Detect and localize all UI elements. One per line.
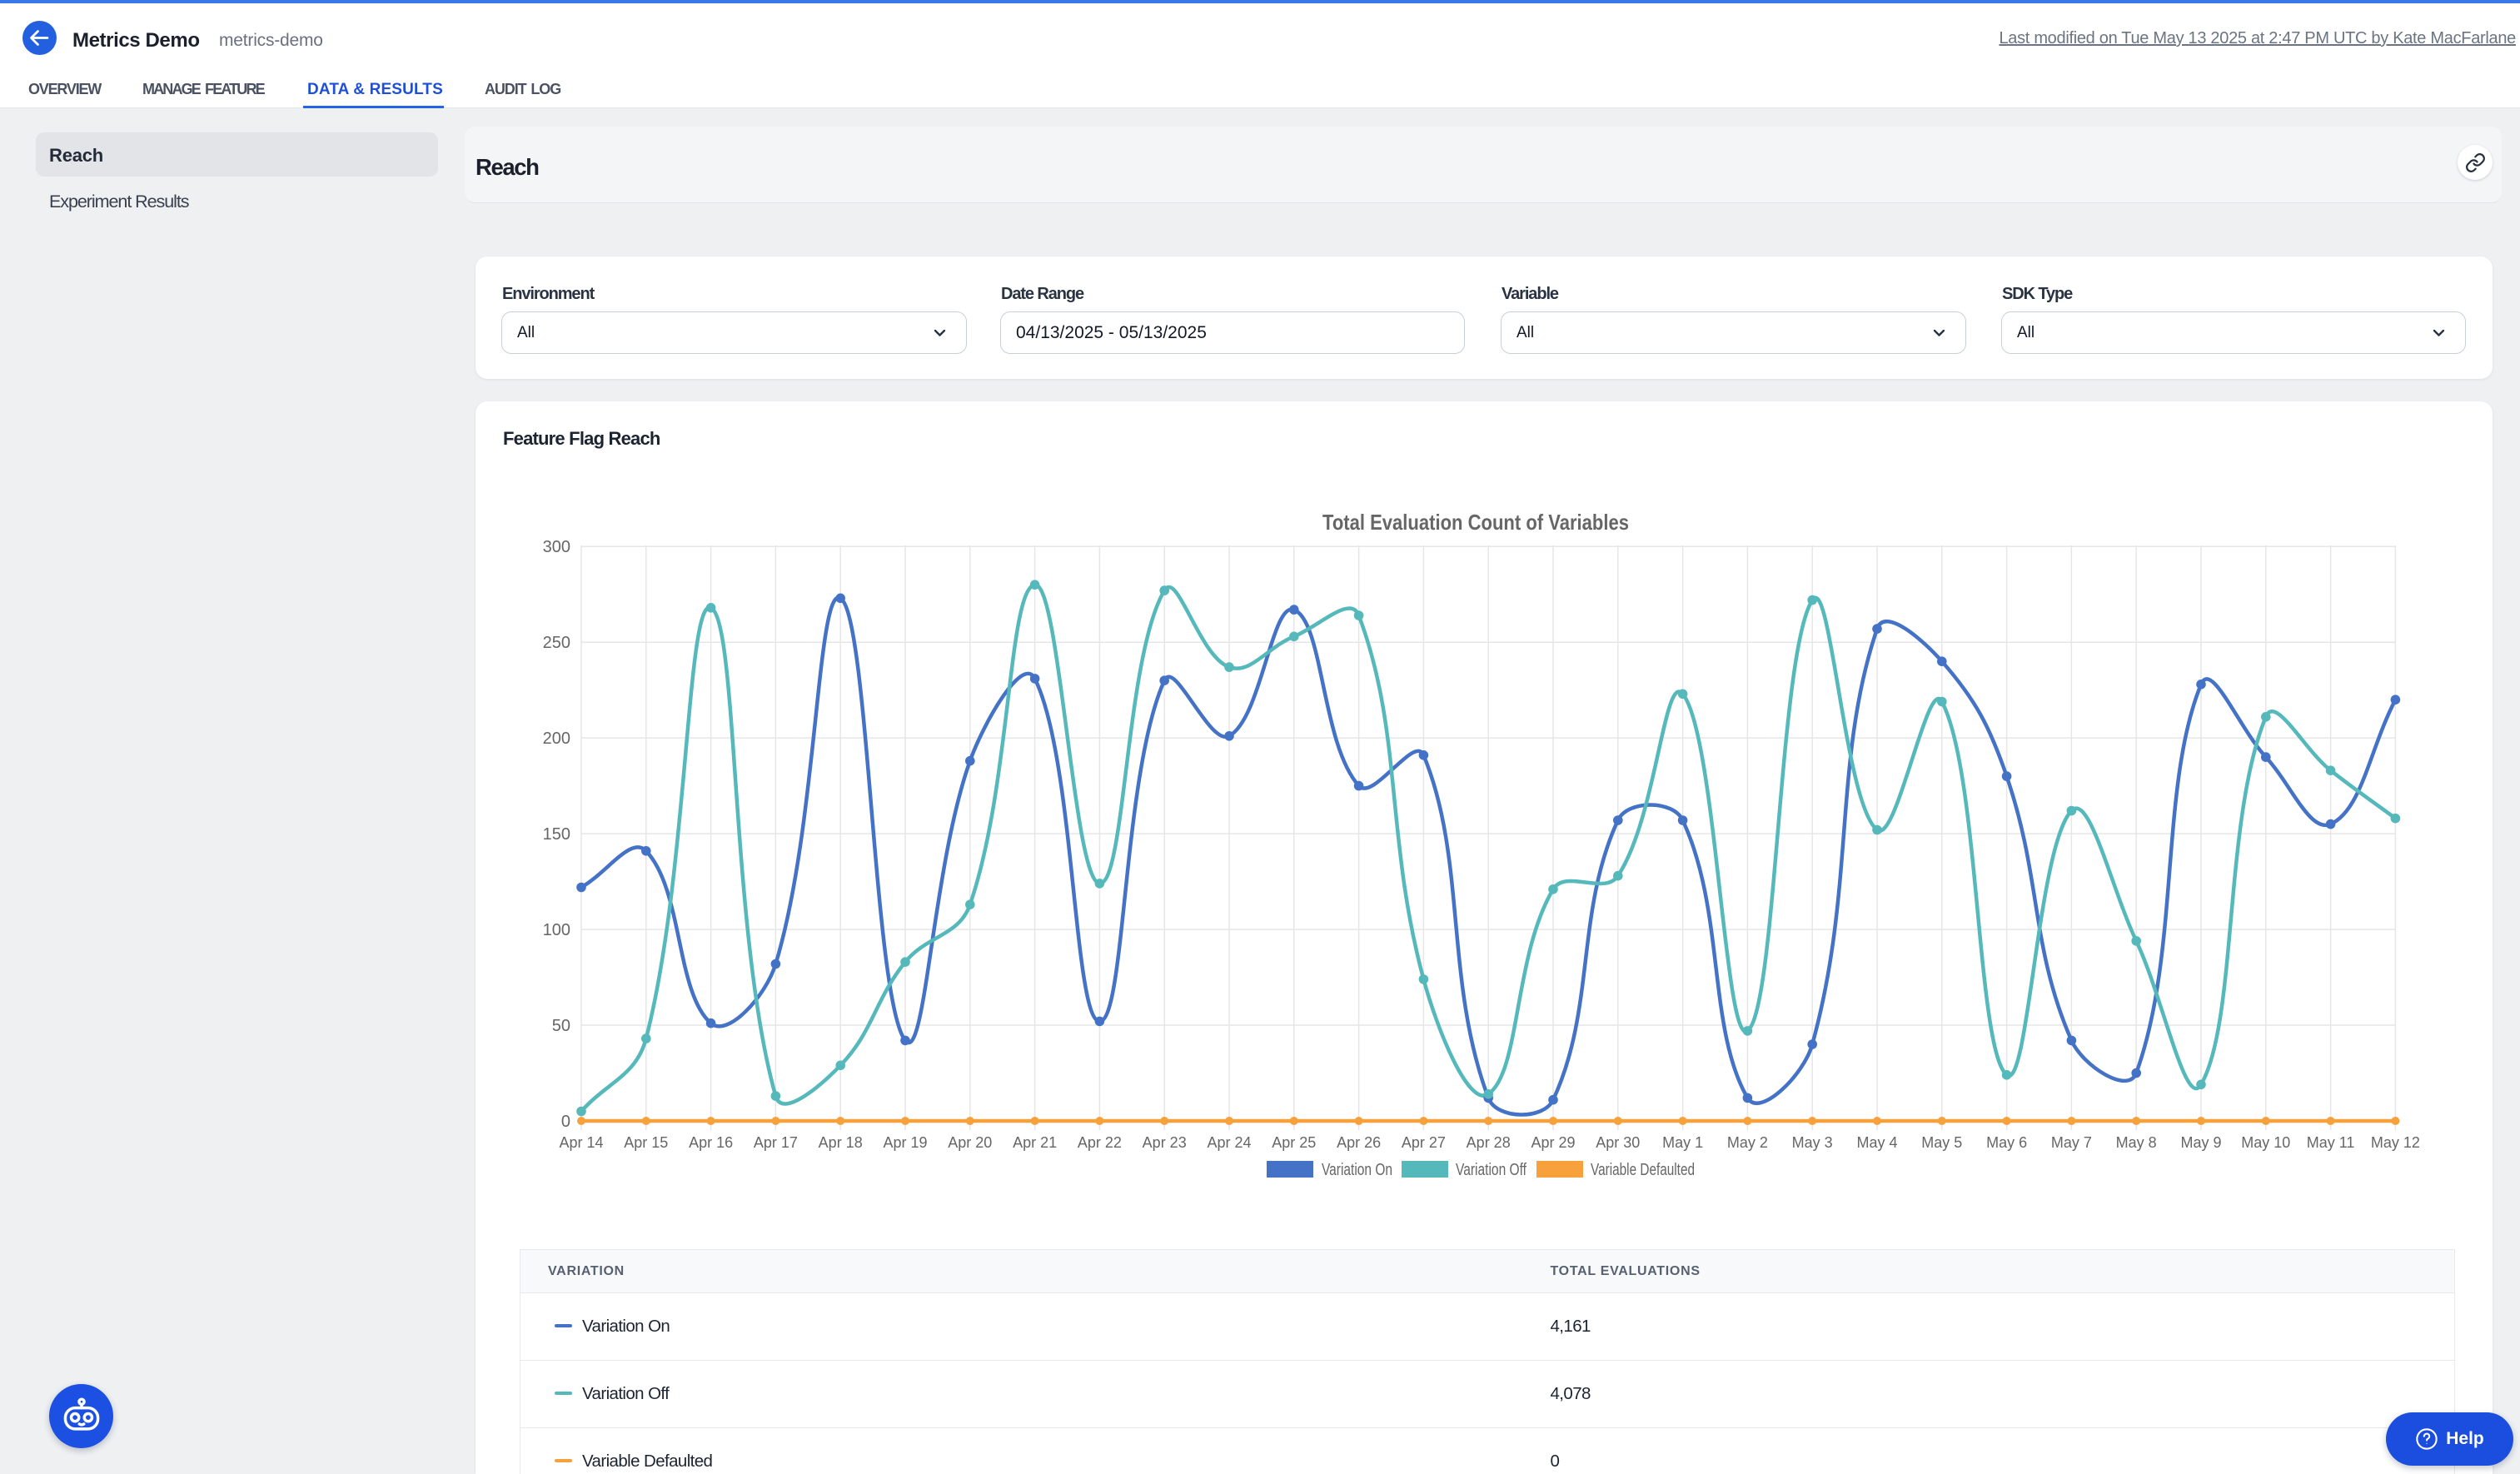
svg-text:Apr 19: Apr 19 <box>883 1134 927 1151</box>
svg-text:Apr 15: Apr 15 <box>624 1134 668 1151</box>
svg-text:Variable Defaulted: Variable Defaulted <box>1591 1161 1695 1179</box>
svg-text:Variation On: Variation On <box>1322 1161 1392 1179</box>
svg-text:Total Evaluation Count of Vari: Total Evaluation Count of Variables <box>1322 510 1629 535</box>
svg-text:250: 250 <box>543 634 570 652</box>
svg-text:Apr 27: Apr 27 <box>1402 1134 1446 1151</box>
svg-text:Apr 20: Apr 20 <box>948 1134 992 1151</box>
svg-text:May 6: May 6 <box>1986 1134 2027 1151</box>
svg-text:Apr 25: Apr 25 <box>1272 1134 1316 1151</box>
svg-text:Apr 28: Apr 28 <box>1467 1134 1511 1151</box>
svg-text:Apr 22: Apr 22 <box>1078 1134 1122 1151</box>
svg-text:Apr 16: Apr 16 <box>689 1134 733 1151</box>
svg-text:May 11: May 11 <box>2307 1134 2355 1151</box>
svg-text:May 12: May 12 <box>2371 1134 2420 1151</box>
svg-text:May 3: May 3 <box>1792 1134 1833 1151</box>
svg-text:May 7: May 7 <box>2051 1134 2092 1151</box>
svg-text:Apr 30: Apr 30 <box>1596 1134 1640 1151</box>
svg-text:Apr 26: Apr 26 <box>1337 1134 1381 1151</box>
svg-text:May 5: May 5 <box>1921 1134 1962 1151</box>
svg-text:Apr 18: Apr 18 <box>819 1134 863 1151</box>
svg-text:50: 50 <box>552 1017 570 1035</box>
svg-text:May 1: May 1 <box>1662 1134 1703 1151</box>
svg-text:0: 0 <box>561 1113 570 1131</box>
svg-text:200: 200 <box>543 730 570 748</box>
svg-text:Apr 24: Apr 24 <box>1207 1134 1251 1151</box>
svg-text:150: 150 <box>543 825 570 844</box>
svg-text:May 2: May 2 <box>1727 1134 1768 1151</box>
svg-text:May 8: May 8 <box>2116 1134 2157 1151</box>
svg-text:May 9: May 9 <box>2180 1134 2221 1151</box>
svg-text:Apr 17: Apr 17 <box>754 1134 798 1151</box>
svg-text:Apr 23: Apr 23 <box>1143 1134 1187 1151</box>
svg-text:Variation Off: Variation Off <box>1456 1161 1526 1179</box>
svg-text:May 4: May 4 <box>1856 1134 1897 1151</box>
svg-text:Apr 14: Apr 14 <box>559 1134 603 1151</box>
svg-text:100: 100 <box>543 921 570 939</box>
svg-text:May 10: May 10 <box>2241 1134 2290 1151</box>
svg-text:Apr 29: Apr 29 <box>1531 1134 1575 1151</box>
svg-text:Apr 21: Apr 21 <box>1013 1134 1057 1151</box>
svg-text:300: 300 <box>543 538 570 556</box>
